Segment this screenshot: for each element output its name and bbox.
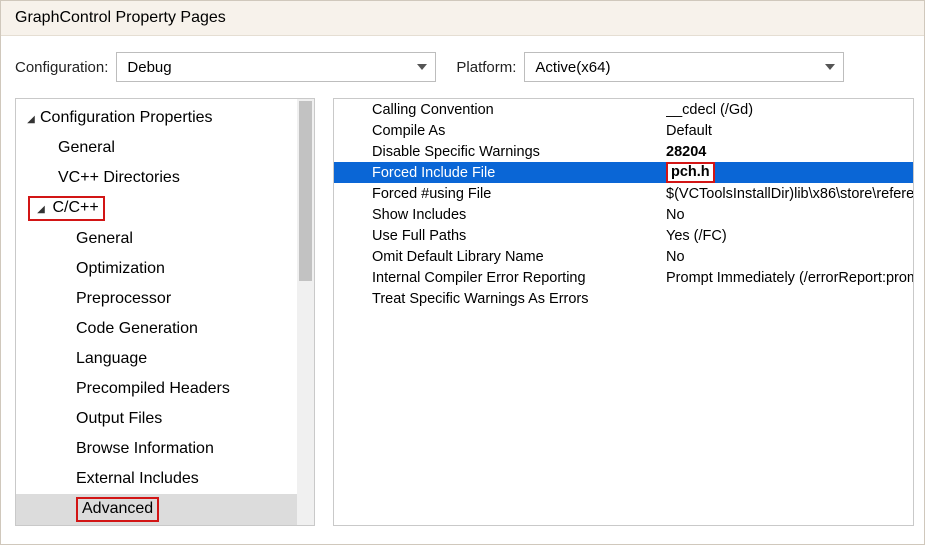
- scrollbar-thumb[interactable]: [299, 101, 312, 281]
- tree-item-ccpp-general[interactable]: General: [16, 224, 314, 254]
- window-title: GraphControl Property Pages: [1, 1, 924, 36]
- main-area: Configuration Properties General VC++ Di…: [1, 98, 924, 536]
- prop-row-internal-compiler-error-reporting[interactable]: Internal Compiler Error Reporting Prompt…: [334, 267, 913, 288]
- prop-value: No: [666, 249, 913, 265]
- prop-name: Treat Specific Warnings As Errors: [372, 291, 666, 307]
- chevron-down-icon: [825, 64, 835, 70]
- prop-row-omit-default-library-name[interactable]: Omit Default Library Name No: [334, 246, 913, 267]
- prop-name: Use Full Paths: [372, 228, 666, 244]
- tree-label: Browse Information: [76, 437, 214, 461]
- tree-item-language[interactable]: Language: [16, 344, 314, 374]
- prop-name: Internal Compiler Error Reporting: [372, 270, 666, 286]
- tree-label: External Includes: [76, 467, 199, 491]
- prop-name: Omit Default Library Name: [372, 249, 666, 265]
- prop-value: No: [666, 207, 913, 223]
- tree-item-external-includes[interactable]: External Includes: [16, 464, 314, 494]
- prop-value: $(VCToolsInstallDir)lib\x86\store\refere…: [666, 186, 913, 202]
- platform-label: Platform:: [456, 59, 516, 76]
- prop-name: Forced #using File: [372, 186, 666, 202]
- tree-label: Precompiled Headers: [76, 377, 230, 401]
- configuration-label: Configuration:: [15, 59, 108, 76]
- tree-label: Preprocessor: [76, 287, 171, 311]
- prop-name: Show Includes: [372, 207, 666, 223]
- prop-row-treat-specific-warnings-as-errors[interactable]: Treat Specific Warnings As Errors: [334, 288, 913, 309]
- tree-item-browse-information[interactable]: Browse Information: [16, 434, 314, 464]
- expand-arrow-icon[interactable]: [34, 198, 48, 219]
- prop-row-forced-using-file[interactable]: Forced #using File $(VCToolsInstallDir)l…: [334, 183, 913, 204]
- tree-item-general[interactable]: General: [16, 133, 314, 163]
- platform-value: Active(x64): [535, 59, 610, 76]
- tree-item-ccpp[interactable]: C/C++: [16, 193, 314, 224]
- tree-label: VC++ Directories: [58, 166, 180, 190]
- prop-name: Calling Convention: [372, 102, 666, 118]
- tree-item-precompiled-headers[interactable]: Precompiled Headers: [16, 374, 314, 404]
- prop-name: Compile As: [372, 123, 666, 139]
- platform-dropdown[interactable]: Active(x64): [524, 52, 844, 82]
- tree-item-vc-directories[interactable]: VC++ Directories: [16, 163, 314, 193]
- tree-root-configuration-properties[interactable]: Configuration Properties: [16, 103, 314, 133]
- prop-row-use-full-paths[interactable]: Use Full Paths Yes (/FC): [334, 225, 913, 246]
- expand-arrow-icon[interactable]: [24, 106, 38, 130]
- prop-value: __cdecl (/Gd): [666, 102, 913, 118]
- tree-label: Optimization: [76, 257, 165, 281]
- prop-row-compile-as[interactable]: Compile As Default: [334, 120, 913, 141]
- config-tree: Configuration Properties General VC++ Di…: [15, 98, 315, 526]
- prop-row-forced-include-file[interactable]: Forced Include File pch.h: [334, 162, 913, 183]
- tree-item-optimization[interactable]: Optimization: [16, 254, 314, 284]
- configuration-value: Debug: [127, 59, 171, 76]
- highlighted-value: pch.h: [666, 162, 715, 183]
- tree-item-output-files[interactable]: Output Files: [16, 404, 314, 434]
- tree-scrollbar[interactable]: [297, 99, 314, 525]
- tree-label: Code Generation: [76, 317, 198, 341]
- configuration-dropdown[interactable]: Debug: [116, 52, 436, 82]
- tree-label: C/C++: [52, 199, 98, 216]
- prop-value: pch.h: [666, 162, 913, 183]
- config-toolbar: Configuration: Debug Platform: Active(x6…: [1, 36, 924, 98]
- tree-label: Advanced: [76, 497, 159, 522]
- prop-row-disable-specific-warnings[interactable]: Disable Specific Warnings 28204: [334, 141, 913, 162]
- tree-item-all-options[interactable]: All Options: [16, 525, 314, 526]
- tree-label: Configuration Properties: [40, 106, 213, 130]
- tree-label: General: [76, 227, 133, 251]
- prop-row-show-includes[interactable]: Show Includes No: [334, 204, 913, 225]
- tree-item-preprocessor[interactable]: Preprocessor: [16, 284, 314, 314]
- prop-value: Default: [666, 123, 913, 139]
- tree-item-advanced[interactable]: Advanced: [16, 494, 314, 525]
- prop-value: Yes (/FC): [666, 228, 913, 244]
- prop-value: 28204: [666, 144, 913, 160]
- property-grid: Calling Convention __cdecl (/Gd) Compile…: [333, 98, 914, 526]
- tree-label: Output Files: [76, 407, 162, 431]
- tree-label: Language: [76, 347, 147, 371]
- prop-name: Disable Specific Warnings: [372, 144, 666, 160]
- prop-value: Prompt Immediately (/errorReport:prompt): [666, 270, 913, 286]
- tree-label: General: [58, 136, 115, 160]
- window-title-text: GraphControl Property Pages: [15, 9, 226, 26]
- prop-row-calling-convention[interactable]: Calling Convention __cdecl (/Gd): [334, 99, 913, 120]
- chevron-down-icon: [417, 64, 427, 70]
- tree-item-code-generation[interactable]: Code Generation: [16, 314, 314, 344]
- prop-name: Forced Include File: [372, 165, 666, 181]
